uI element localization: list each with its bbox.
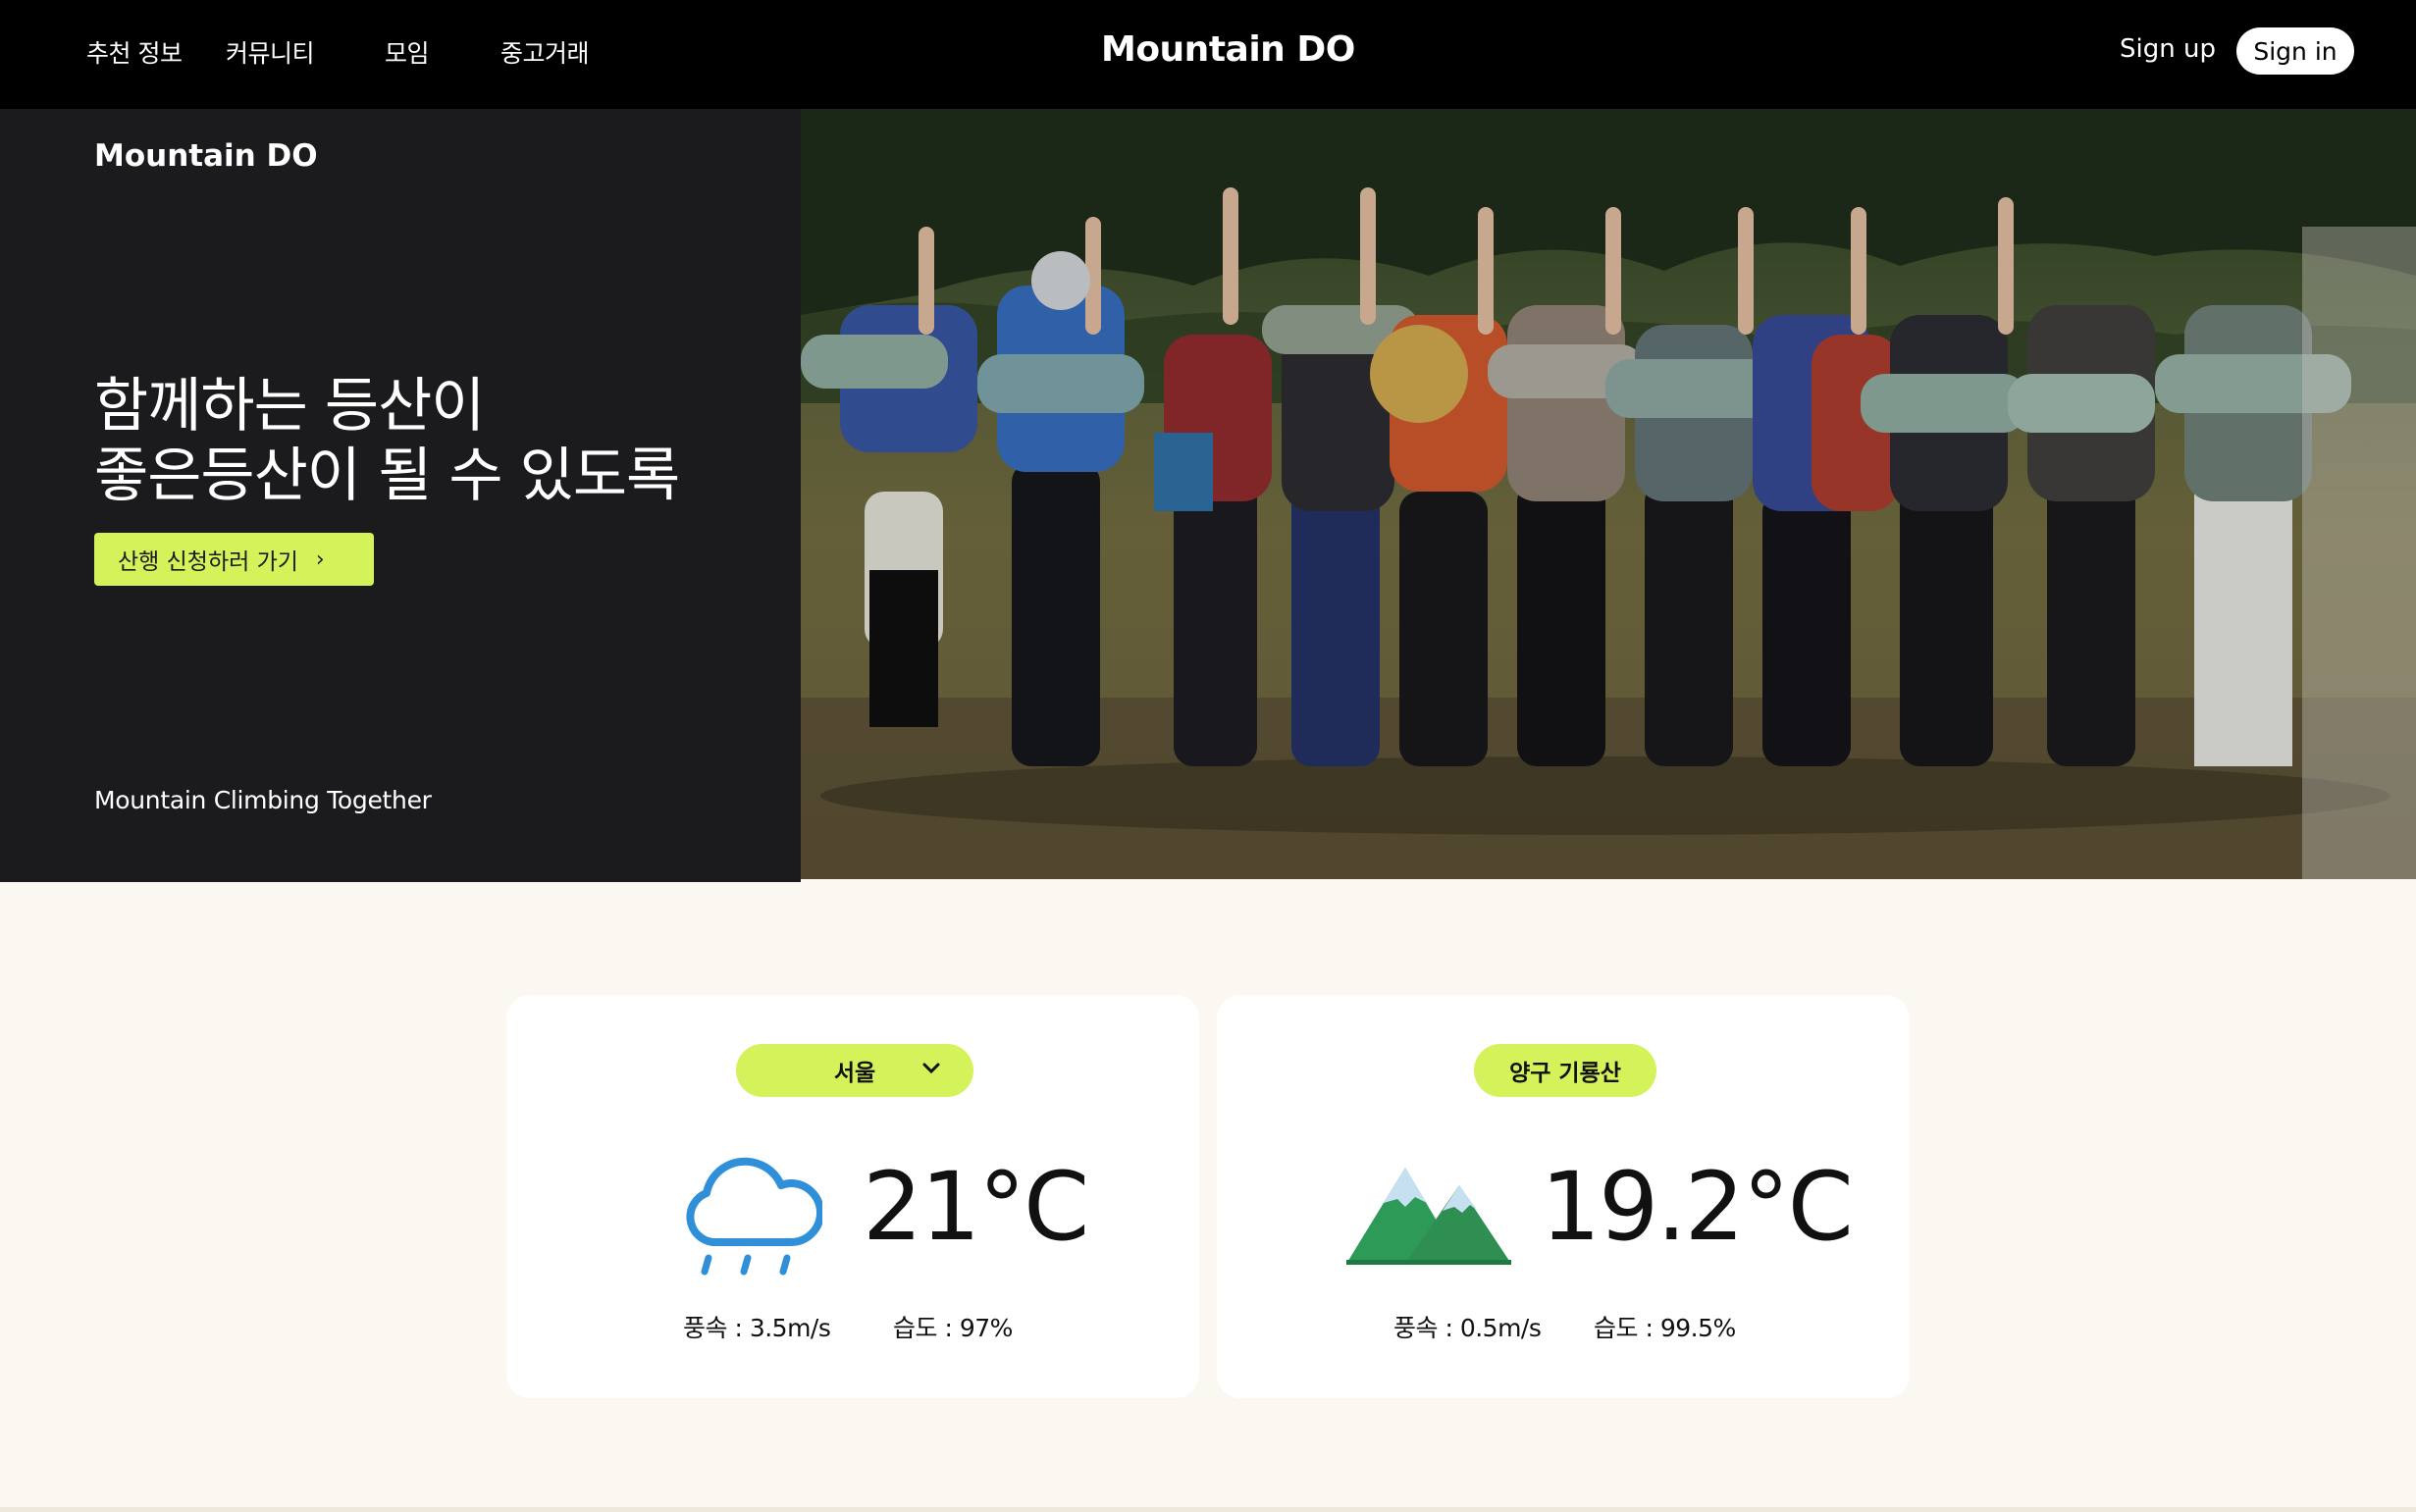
temperature-value: 21°C <box>863 1152 1089 1262</box>
hero-tagline: Mountain Climbing Together <box>94 786 432 814</box>
mountain-location-label: 양구 기룡산 <box>1509 1061 1621 1086</box>
nav-item-recommendations[interactable]: 추천 정보 <box>86 34 183 70</box>
location-dropdown[interactable]: 서울 <box>736 1044 973 1097</box>
sign-in-button[interactable]: Sign in <box>2236 27 2354 75</box>
footer-divider <box>0 1507 2416 1512</box>
nav-item-marketplace[interactable]: 중고거래 <box>500 34 590 70</box>
apply-hike-button-label: 산행 신청하러 가기 <box>118 549 298 575</box>
mountain-location-pill: 양구 기룡산 <box>1474 1044 1656 1097</box>
hero-brand: Mountain DO <box>94 138 318 174</box>
location-dropdown-label: 서울 <box>833 1061 876 1086</box>
mountain-icon <box>1346 1148 1513 1270</box>
hikers-group-photo <box>801 109 2416 879</box>
wind-speed: 풍속 : 0.5m/s <box>1393 1314 1542 1342</box>
sign-up-link[interactable]: Sign up <box>2120 34 2216 64</box>
site-logo[interactable]: Mountain DO <box>1101 29 1355 70</box>
top-navigation-bar: 추천 정보 커뮤니티 모임 중고거래 Mountain DO Sign up S… <box>0 0 2416 109</box>
hero-headline-line-1: 함께하는 등산이 <box>94 372 485 441</box>
wind-speed: 풍속 : 3.5m/s <box>683 1314 831 1342</box>
chevron-down-icon <box>922 1057 940 1084</box>
nav-item-meetups[interactable]: 모임 <box>385 34 430 70</box>
hero-headline-line-2: 좋은등산이 될 수 있도록 <box>94 442 680 510</box>
weather-card-seoul: 서울 21°C 풍속 : 3.5m/s 습도 : 97% <box>506 995 1199 1398</box>
hero-panel: Mountain DO 함께하는 등산이 좋은등산이 될 수 있도록 산행 신청… <box>0 109 801 882</box>
temperature-value: 19.2°C <box>1541 1152 1854 1262</box>
humidity: 습도 : 99.5% <box>1594 1314 1736 1342</box>
chevron-right-icon: › <box>315 547 325 572</box>
humidity: 습도 : 97% <box>893 1314 1013 1342</box>
rain-cloud-icon <box>675 1132 824 1283</box>
weather-card-mountain: 양구 기룡산 19.2°C 풍속 : 0.5m/s 습도 : 99.5% <box>1217 995 1910 1398</box>
apply-hike-button[interactable]: 산행 신청하러 가기 › <box>94 533 374 586</box>
nav-item-community[interactable]: 커뮤니티 <box>226 34 315 70</box>
hero-headline: 함께하는 등산이 좋은등산이 될 수 있도록 <box>94 372 680 511</box>
hikers-illustration <box>801 109 2416 879</box>
